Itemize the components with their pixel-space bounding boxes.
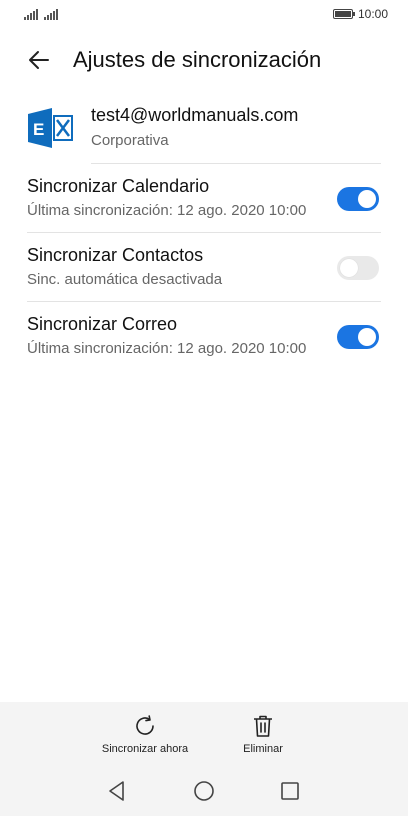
refresh-icon bbox=[136, 715, 154, 735]
battery-icon bbox=[333, 9, 355, 19]
sync-calendar-subtitle: Última sincronización: 12 ago. 2020 10:0… bbox=[27, 202, 307, 219]
divider bbox=[91, 163, 381, 164]
account-header: E test4@worldmanuals.com Corporativa bbox=[0, 100, 408, 164]
app-header: Ajustes de sincronización bbox=[0, 36, 408, 84]
delete-button[interactable]: Eliminar bbox=[203, 702, 323, 764]
sync-contacts-title: Sincronizar Contactos bbox=[27, 245, 204, 265]
bottom-action-bar: Sincronizar ahora Eliminar bbox=[0, 702, 408, 764]
sync-mail-subtitle: Última sincronización: 12 ago. 2020 10:0… bbox=[27, 340, 307, 357]
sync-calendar-title: Sincronizar Calendario bbox=[27, 176, 210, 196]
circle-home-icon[interactable] bbox=[192, 779, 216, 803]
status-bar: 10:00 bbox=[0, 0, 408, 28]
delete-label: Eliminar bbox=[243, 743, 283, 755]
divider bbox=[27, 232, 381, 233]
trash-icon bbox=[254, 715, 272, 737]
sync-contacts-toggle[interactable] bbox=[337, 256, 379, 280]
sync-mail-toggle[interactable] bbox=[337, 325, 379, 349]
system-nav-bar bbox=[0, 764, 408, 816]
divider bbox=[27, 301, 381, 302]
sync-calendar-toggle[interactable] bbox=[337, 187, 379, 211]
account-type: Corporativa bbox=[91, 132, 169, 149]
arrow-left-icon[interactable] bbox=[26, 46, 54, 74]
svg-text:E: E bbox=[33, 120, 44, 139]
sync-now-label: Sincronizar ahora bbox=[101, 743, 189, 755]
account-email: test4@worldmanuals.com bbox=[91, 105, 299, 125]
status-time: 10:00 bbox=[358, 7, 389, 21]
signal-2-icon bbox=[44, 8, 58, 20]
toggle-knob bbox=[358, 328, 376, 346]
toggle-knob bbox=[358, 190, 376, 208]
sync-contacts-row[interactable]: Sincronizar Contactos Sinc. automática d… bbox=[0, 235, 408, 303]
toggle-knob bbox=[340, 259, 358, 277]
page-title: Ajustes de sincronización bbox=[73, 47, 322, 72]
sync-calendar-row[interactable]: Sincronizar Calendario Última sincroniza… bbox=[0, 166, 408, 234]
sync-contacts-subtitle: Sinc. automática desactivada bbox=[27, 271, 223, 288]
sync-mail-title: Sincronizar Correo bbox=[27, 314, 178, 334]
signal-1-icon bbox=[24, 8, 38, 20]
sync-now-button[interactable]: Sincronizar ahora bbox=[85, 702, 205, 764]
square-recents-icon[interactable] bbox=[278, 779, 302, 803]
triangle-back-icon[interactable] bbox=[105, 779, 129, 803]
exchange-icon: E bbox=[28, 108, 73, 148]
sync-mail-row[interactable]: Sincronizar Correo Última sincronización… bbox=[0, 304, 408, 372]
